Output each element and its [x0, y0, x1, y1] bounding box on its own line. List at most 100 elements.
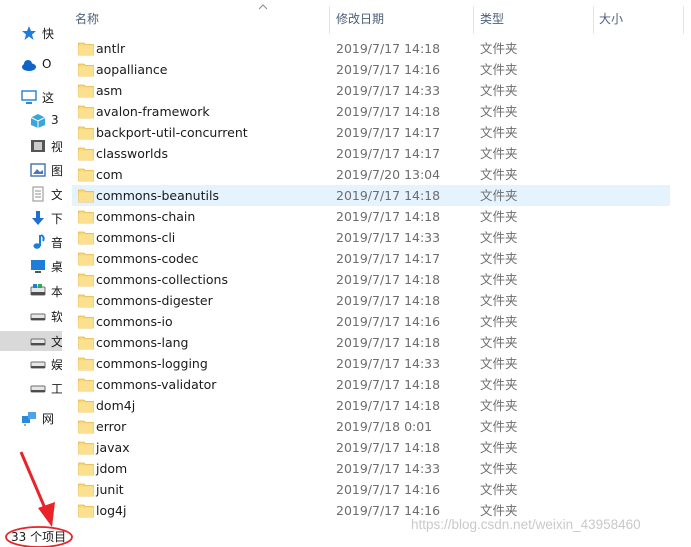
nav-item[interactable]: 软 [0, 306, 62, 326]
file-date: 2019/7/17 14:18 [336, 41, 441, 56]
file-date: 2019/7/17 14:33 [336, 230, 441, 245]
file-row[interactable]: jdom 2019/7/17 14:33 文件夹 [72, 458, 670, 479]
nav-item[interactable]: 3 [0, 111, 62, 131]
nav-item[interactable]: 音 [0, 232, 62, 252]
nav-item-label: 视 [51, 140, 62, 154]
navigation-pane: 快O这3视图文下音桌本软文娱工网 [0, 0, 62, 524]
file-row[interactable]: commons-io 2019/7/17 14:16 文件夹 [72, 311, 670, 332]
file-row[interactable]: dom4j 2019/7/17 14:18 文件夹 [72, 395, 670, 416]
file-row[interactable]: classworlds 2019/7/17 14:17 文件夹 [72, 143, 670, 164]
nav-item[interactable]: 文 [0, 184, 62, 204]
column-divider[interactable] [329, 6, 330, 34]
column-divider[interactable] [683, 6, 684, 34]
file-type: 文件夹 [480, 251, 518, 266]
nav-item[interactable]: 图 [0, 160, 62, 180]
file-date: 2019/7/17 14:17 [336, 251, 441, 266]
nav-item[interactable]: 视 [0, 136, 62, 156]
column-date-header[interactable]: 修改日期 [336, 0, 472, 36]
nav-item[interactable]: 文 [0, 331, 62, 351]
nav-item[interactable]: 快 [0, 23, 62, 43]
file-date: 2019/7/17 14:18 [336, 188, 441, 203]
nav-item[interactable]: 这 [0, 87, 62, 107]
folder-icon [78, 189, 94, 203]
file-date: 2019/7/17 14:18 [336, 104, 441, 119]
file-type: 文件夹 [480, 230, 518, 245]
nav-item-label: 图 [51, 164, 62, 178]
file-name: asm [96, 83, 123, 98]
file-name: aopalliance [96, 62, 168, 77]
file-name: log4j [96, 503, 127, 518]
file-row[interactable]: commons-digester 2019/7/17 14:18 文件夹 [72, 290, 670, 311]
column-size-header[interactable]: 大小 [599, 0, 679, 36]
column-name-label: 名称 [75, 11, 100, 26]
watermark: https://blog.csdn.net/weixin_43958460 [411, 517, 641, 532]
folder-icon [78, 399, 94, 413]
drive-icon [30, 380, 46, 396]
file-type: 文件夹 [480, 440, 518, 455]
item-count: 33 个项目 [11, 530, 67, 544]
file-row[interactable]: junit 2019/7/17 14:16 文件夹 [72, 479, 670, 500]
file-type: 文件夹 [480, 398, 518, 413]
3d-objects-icon [30, 113, 46, 129]
nav-item[interactable]: 桌 [0, 256, 62, 276]
file-name: javax [96, 440, 130, 455]
drive-icon [30, 356, 46, 372]
nav-item[interactable]: 本 [0, 281, 62, 301]
nav-item[interactable]: 娱 [0, 354, 62, 374]
column-divider[interactable] [473, 6, 474, 34]
folder-icon [78, 126, 94, 140]
nav-item-label: 音 [51, 236, 62, 250]
local-disk-icon [30, 283, 46, 299]
file-name: error [96, 419, 127, 434]
file-row[interactable]: commons-beanutils 2019/7/17 14:18 文件夹 [72, 185, 670, 206]
file-type: 文件夹 [480, 209, 518, 224]
nav-item[interactable]: 网 [0, 408, 62, 428]
file-row[interactable]: aopalliance 2019/7/17 14:16 文件夹 [72, 59, 670, 80]
star-pin-icon [21, 25, 37, 41]
nav-item-label: 这 [42, 91, 55, 105]
file-name: antlr [96, 41, 126, 56]
file-date: 2019/7/17 14:18 [336, 398, 441, 413]
file-row[interactable]: commons-cli 2019/7/17 14:33 文件夹 [72, 227, 670, 248]
downloads-arrow-icon [30, 210, 46, 226]
file-row[interactable]: error 2019/7/18 0:01 文件夹 [72, 416, 670, 437]
folder-icon [78, 231, 94, 245]
folder-icon [78, 42, 94, 56]
folder-icon [78, 63, 94, 77]
file-date: 2019/7/17 14:18 [336, 335, 441, 350]
folder-icon [78, 147, 94, 161]
nav-item-label: 桌 [51, 260, 62, 274]
file-name: commons-beanutils [96, 188, 219, 203]
file-row[interactable]: backport-util-concurrent 2019/7/17 14:17… [72, 122, 670, 143]
file-row[interactable]: commons-codec 2019/7/17 14:17 文件夹 [72, 248, 670, 269]
file-date: 2019/7/17 14:16 [336, 62, 441, 77]
file-row[interactable]: commons-logging 2019/7/17 14:33 文件夹 [72, 353, 670, 374]
column-date-label: 修改日期 [336, 11, 385, 26]
column-name-header[interactable]: 名称 [75, 0, 325, 36]
column-type-header[interactable]: 类型 [480, 0, 590, 36]
file-row[interactable]: commons-collections 2019/7/17 14:18 文件夹 [72, 269, 670, 290]
file-row[interactable]: commons-lang 2019/7/17 14:18 文件夹 [72, 332, 670, 353]
folder-icon [78, 357, 94, 371]
nav-item[interactable]: 工 [0, 378, 62, 398]
nav-item[interactable]: 下 [0, 208, 62, 228]
file-date: 2019/7/17 14:18 [336, 440, 441, 455]
folder-icon [78, 252, 94, 266]
file-name: commons-logging [96, 356, 208, 371]
file-list: antlr 2019/7/17 14:18 文件夹 aopalliance 20… [62, 38, 691, 524]
file-type: 文件夹 [480, 314, 518, 329]
file-row[interactable]: antlr 2019/7/17 14:18 文件夹 [72, 38, 670, 59]
file-row[interactable]: com 2019/7/20 13:04 文件夹 [72, 164, 670, 185]
folder-icon [78, 105, 94, 119]
file-row[interactable]: commons-validator 2019/7/17 14:18 文件夹 [72, 374, 670, 395]
file-row[interactable]: commons-chain 2019/7/17 14:18 文件夹 [72, 206, 670, 227]
file-row[interactable]: javax 2019/7/17 14:18 文件夹 [72, 437, 670, 458]
column-divider[interactable] [593, 6, 594, 34]
file-type: 文件夹 [480, 146, 518, 161]
file-row[interactable]: avalon-framework 2019/7/17 14:18 文件夹 [72, 101, 670, 122]
column-size-label: 大小 [599, 11, 624, 26]
file-row[interactable]: asm 2019/7/17 14:33 文件夹 [72, 80, 670, 101]
nav-item[interactable]: O [0, 55, 62, 75]
file-type: 文件夹 [480, 272, 518, 287]
file-type: 文件夹 [480, 482, 518, 497]
